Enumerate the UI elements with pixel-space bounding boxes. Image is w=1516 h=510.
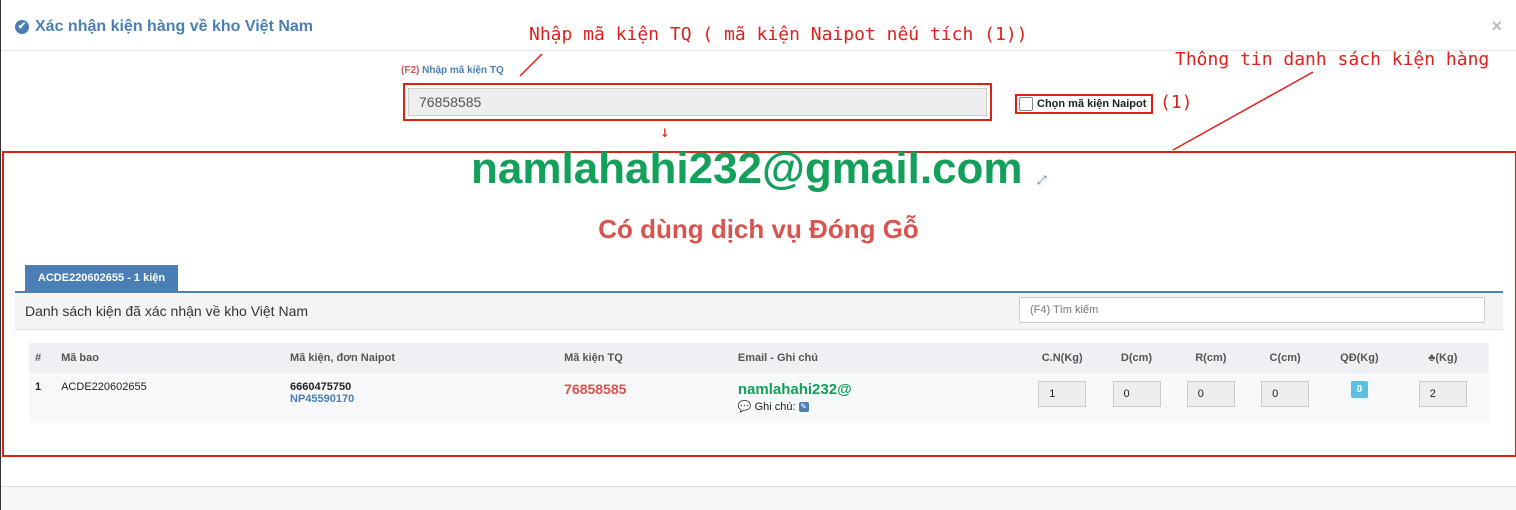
tab-bag[interactable]: ACDE220602655 - 1 kiện xyxy=(25,265,178,292)
col-index: # xyxy=(35,352,42,364)
col-length: D(cm) xyxy=(1120,352,1153,364)
expand-icon[interactable]: ⤢ xyxy=(1037,173,1047,188)
col-width: R(cm) xyxy=(1195,352,1227,364)
naipot-checkbox-highlight: Chọn mã kiện Naipot xyxy=(1015,94,1153,114)
row-tq-code: 76858585 xyxy=(564,381,627,397)
search-input[interactable] xyxy=(1019,297,1485,323)
annotation-list-info: Thông tin danh sách kiện hàng xyxy=(1175,49,1490,70)
wood-service-notice: Có dùng dịch vụ Đóng Gỗ xyxy=(598,214,919,244)
scan-label-text: Nhập mã kiện TQ xyxy=(422,65,504,76)
close-icon[interactable]: × xyxy=(1491,16,1502,37)
row-length-cell: 0 xyxy=(1099,373,1173,423)
col-package: Mã kiện, đơn Naipot xyxy=(290,352,396,364)
row-order-link[interactable]: NP45590170 xyxy=(290,393,552,405)
length-input[interactable]: 0 xyxy=(1112,381,1161,407)
row-converted-cell: 0 xyxy=(1322,373,1396,423)
col-tree-kg-label: (Kg) xyxy=(1435,352,1458,364)
modal-title-text: Xác nhận kiện hàng về kho Việt Nam xyxy=(35,18,314,35)
row-email: namlahahi232@ xyxy=(737,381,852,398)
col-tq-code: Mã kiện TQ xyxy=(564,352,623,364)
width-input[interactable]: 0 xyxy=(1186,381,1235,407)
col-bag: Mã bao xyxy=(61,352,99,364)
comment-icon: 💬 xyxy=(737,401,752,413)
table-row: 1 ACDE220602655 6660475750 NP45590170 76… xyxy=(29,373,1489,423)
row-index: 1 xyxy=(35,381,42,393)
customer-email: namlahahi232@gmail.com xyxy=(471,144,1023,193)
panel-title: Danh sách kiện đã xác nhận về kho Việt N… xyxy=(25,303,309,319)
row-note-label: Ghi chú: xyxy=(754,401,796,413)
naipot-checkbox[interactable] xyxy=(1019,97,1033,111)
annotation-arrow-down: ↓ xyxy=(660,122,670,141)
row-height-cell: 0 xyxy=(1248,373,1322,423)
row-bag: ACDE220602655 xyxy=(61,381,147,393)
col-height: C(cm) xyxy=(1269,352,1301,364)
row-package: 6660475750 xyxy=(290,381,352,393)
modal-footer xyxy=(1,486,1516,510)
col-email: Email - Ghi chú xyxy=(737,352,818,364)
row-weight-cell: 1 xyxy=(1025,373,1099,423)
col-converted: QĐ(Kg) xyxy=(1340,352,1379,364)
row-tq-cell: 76858585 xyxy=(558,373,732,423)
row-email-cell: namlahahi232@ 💬 Ghi chú: ✎ xyxy=(732,373,1025,423)
converted-badge: 0 xyxy=(1350,381,1369,398)
tree-kg-input[interactable]: 2 xyxy=(1418,381,1467,407)
modal-title: ✔ Xác nhận kiện hàng về kho Việt Nam xyxy=(15,18,313,36)
height-input[interactable]: 0 xyxy=(1261,381,1310,407)
edit-icon[interactable]: ✎ xyxy=(798,402,809,413)
weight-input[interactable]: 1 xyxy=(1038,381,1087,407)
scan-label: (F2) Nhập mã kiện TQ xyxy=(401,65,504,76)
annotation-input-hint: Nhập mã kiện TQ ( mã kiện Naipot nếu tíc… xyxy=(529,24,1028,45)
col-weight: C.N(Kg) xyxy=(1041,352,1083,364)
annotation-one: (1) xyxy=(1160,92,1193,113)
row-note: 💬 Ghi chú: ✎ xyxy=(738,400,1019,413)
modal-dialog: ✔ Xác nhận kiện hàng về kho Việt Nam × N… xyxy=(1,0,1516,510)
table-header-row: # Mã bao Mã kiện, đơn Naipot Mã kiện TQ … xyxy=(29,343,1489,373)
package-table: # Mã bao Mã kiện, đơn Naipot Mã kiện TQ … xyxy=(29,343,1489,423)
annotation-arrow-input xyxy=(519,53,543,77)
row-width-cell: 0 xyxy=(1174,373,1248,423)
scan-input[interactable] xyxy=(408,88,987,116)
row-tree-cell: 2 xyxy=(1397,373,1489,423)
check-circle-icon: ✔ xyxy=(15,20,29,34)
panel-header: Danh sách kiện đã xác nhận về kho Việt N… xyxy=(15,293,1503,330)
col-tree-kg: ♣(Kg) xyxy=(1397,343,1489,373)
scan-input-highlight xyxy=(403,83,992,121)
scan-hotkey: (F2) xyxy=(401,65,420,76)
row-package-cell: 6660475750 NP45590170 xyxy=(284,373,558,423)
naipot-checkbox-label: Chọn mã kiện Naipot xyxy=(1037,98,1147,110)
